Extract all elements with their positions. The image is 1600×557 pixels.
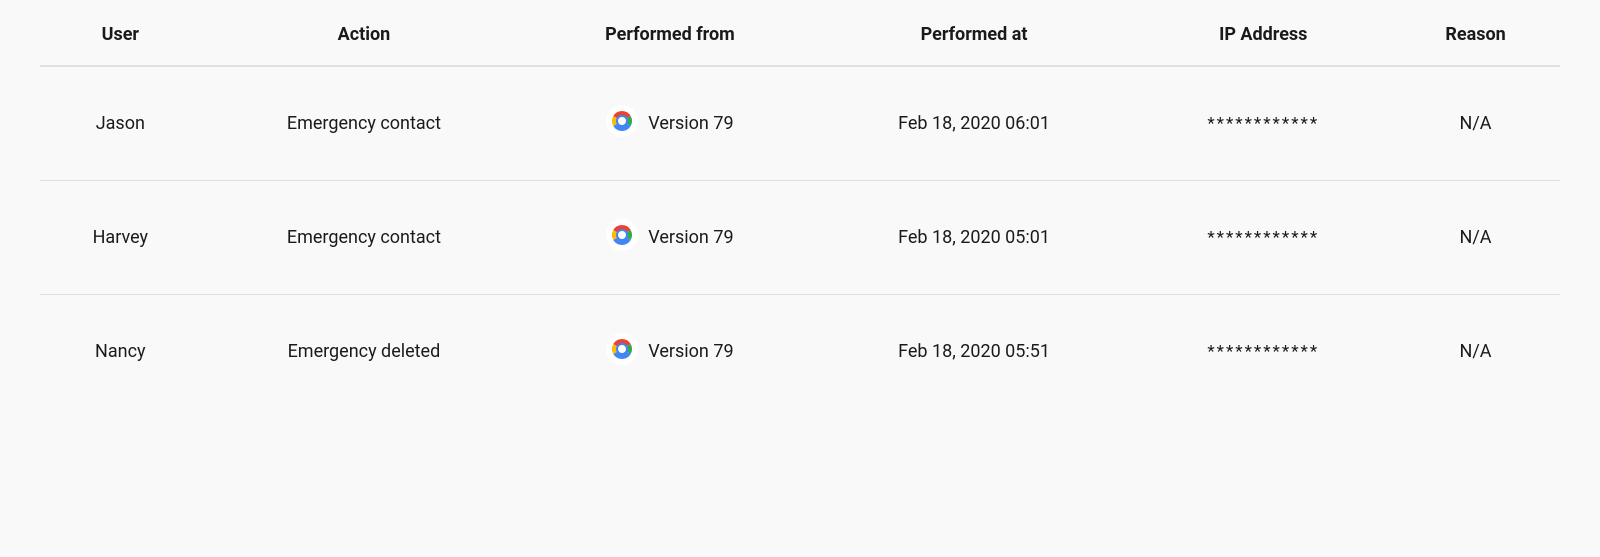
cell-ip-address: ************ bbox=[1135, 181, 1391, 295]
cell-user: Nancy bbox=[40, 295, 201, 409]
browser-version: Version 79 bbox=[648, 113, 733, 134]
chrome-icon bbox=[606, 333, 638, 370]
table-row: Harvey Emergency contact Version 79 bbox=[40, 181, 1560, 295]
cell-user: Harvey bbox=[40, 181, 201, 295]
col-header-user: User bbox=[40, 0, 201, 66]
col-header-action: Action bbox=[201, 0, 528, 66]
cell-reason: N/A bbox=[1391, 66, 1560, 181]
chrome-icon bbox=[606, 105, 638, 142]
cell-action: Emergency contact bbox=[201, 181, 528, 295]
cell-ip-address: ************ bbox=[1135, 295, 1391, 409]
table-row: Jason Emergency contact Version 79 bbox=[40, 66, 1560, 181]
cell-performed-from: Version 79 bbox=[527, 295, 812, 409]
browser-version: Version 79 bbox=[648, 341, 733, 362]
cell-performed-from: Version 79 bbox=[527, 66, 812, 181]
cell-action: Emergency deleted bbox=[201, 295, 528, 409]
cell-ip-address: ************ bbox=[1135, 66, 1391, 181]
col-header-reason: Reason bbox=[1391, 0, 1560, 66]
col-header-performed-at: Performed at bbox=[813, 0, 1136, 66]
cell-performed-at: Feb 18, 2020 06:01 bbox=[813, 66, 1136, 181]
browser-version: Version 79 bbox=[648, 227, 733, 248]
audit-log-table-container: User Action Performed from Performed at … bbox=[0, 0, 1600, 408]
cell-user: Jason bbox=[40, 66, 201, 181]
col-header-performed-from: Performed from bbox=[527, 0, 812, 66]
chrome-icon bbox=[606, 219, 638, 256]
cell-performed-at: Feb 18, 2020 05:01 bbox=[813, 181, 1136, 295]
cell-reason: N/A bbox=[1391, 181, 1560, 295]
cell-reason: N/A bbox=[1391, 295, 1560, 409]
audit-log-table: User Action Performed from Performed at … bbox=[40, 0, 1560, 408]
table-row: Nancy Emergency deleted Version 79 bbox=[40, 295, 1560, 409]
cell-performed-from: Version 79 bbox=[527, 181, 812, 295]
cell-action: Emergency contact bbox=[201, 66, 528, 181]
col-header-ip-address: IP Address bbox=[1135, 0, 1391, 66]
cell-performed-at: Feb 18, 2020 05:51 bbox=[813, 295, 1136, 409]
